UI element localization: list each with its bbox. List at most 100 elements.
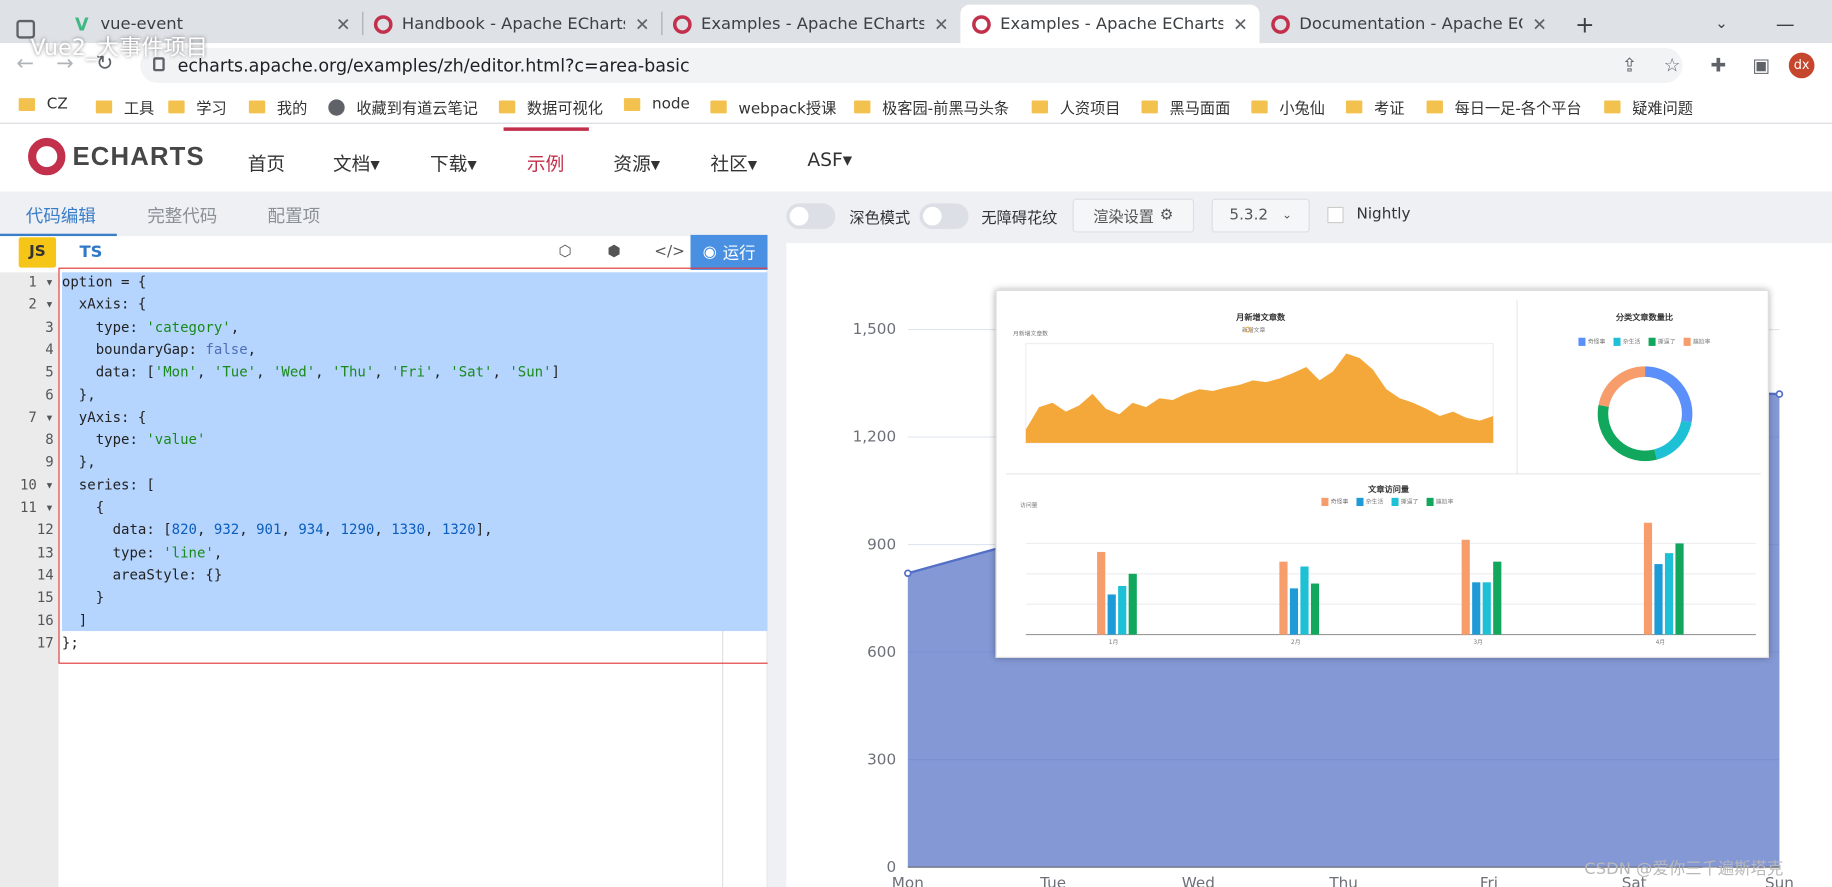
close-icon[interactable]: ✕: [635, 13, 650, 34]
active-tab-underline: [0, 233, 117, 237]
bookmark-item[interactable]: webpack授课: [710, 96, 836, 118]
new-tab-button[interactable]: +: [1563, 5, 1606, 44]
tab-documentation[interactable]: Documentation - Apache ECha ✕: [1260, 5, 1559, 44]
donut-slice: [1597, 404, 1657, 462]
mini-area-series: [1025, 353, 1494, 443]
mini-bar: [1300, 566, 1309, 635]
bookmark-item[interactable]: 黑马面面: [1141, 96, 1230, 118]
bookmark-item[interactable]: 数据可视化: [498, 96, 603, 118]
mini-bar: [1097, 551, 1106, 635]
share-icon[interactable]: ⇪: [1622, 54, 1638, 76]
mini-bar: [1654, 564, 1663, 635]
close-icon[interactable]: ✕: [1532, 13, 1547, 34]
echarts-icon: [972, 14, 991, 34]
url-input[interactable]: echarts.apache.org/examples/zh/editor.ht…: [140, 47, 1683, 83]
dark-mode-toggle[interactable]: [786, 203, 836, 230]
tab-title: Examples - Apache ECharts: [701, 14, 925, 34]
editor-tabs: [0, 191, 768, 237]
menu-examples[interactable]: 示例: [527, 148, 564, 176]
folder-icon: [623, 98, 641, 112]
bookmark-label: webpack授课: [738, 100, 837, 119]
bookmark-item[interactable]: 工具: [95, 96, 154, 118]
menu-home[interactable]: 首页: [248, 148, 285, 176]
bookmark-label: 疑难问题: [1632, 100, 1693, 119]
bookmark-item[interactable]: 小兔仙: [1251, 96, 1325, 118]
bookmark-item[interactable]: 人资项目: [1031, 96, 1120, 118]
bookmark-item[interactable]: CZ: [18, 95, 68, 114]
bookmark-item[interactable]: 我的: [248, 96, 308, 119]
data-point: [904, 569, 912, 578]
line-number: 4: [45, 341, 54, 358]
line-number: 16: [36, 611, 54, 629]
close-icon[interactable]: ✕: [934, 13, 949, 34]
mini-bar: [1279, 561, 1288, 635]
minimize-icon[interactable]: —: [1764, 5, 1806, 44]
mini-bar: [1118, 585, 1127, 635]
mini-bar: [1482, 582, 1491, 635]
tab-list-chevron-down-icon[interactable]: ⌄: [1703, 5, 1739, 44]
tab-code-edit[interactable]: 代码编辑: [26, 203, 96, 228]
bookmark-label: 我的: [276, 100, 308, 119]
bookmark-label: 极客园-前黑马头条: [882, 100, 1010, 119]
folder-icon: [1141, 100, 1158, 114]
chevron-down-icon: ⌄: [1282, 209, 1292, 223]
line-number: 8: [45, 431, 54, 448]
bookmark-item[interactable]: 疑难问题: [1604, 96, 1693, 118]
tab-options[interactable]: 配置项: [268, 203, 321, 228]
folder-icon: [168, 100, 185, 114]
star-icon[interactable]: ☆: [1664, 54, 1681, 76]
menu-resources[interactable]: 资源▾: [613, 148, 660, 176]
mini-bar: [1289, 588, 1299, 635]
tab-title: Examples - Apache ECharts: [1000, 14, 1224, 34]
donut-slice: [1653, 420, 1692, 460]
tab-full-code[interactable]: 完整代码: [147, 203, 217, 228]
tab-examples-active[interactable]: Examples - Apache ECharts ✕: [960, 4, 1260, 44]
line-number: 5: [45, 363, 54, 381]
bookmark-label: CZ: [46, 95, 68, 114]
avatar[interactable]: dx: [1788, 52, 1815, 79]
run-button[interactable]: ◉ 运行: [690, 234, 768, 270]
ts-toggle[interactable]: TS: [79, 243, 102, 262]
menu-download[interactable]: 下载▾: [430, 148, 477, 176]
bookmark-item[interactable]: 极客园-前黑马头条: [854, 96, 1009, 118]
aria-toggle[interactable]: [919, 203, 969, 230]
bookmark-item[interactable]: 考证: [1345, 96, 1404, 118]
close-icon[interactable]: ✕: [1233, 13, 1248, 34]
version-select[interactable]: 5.3.2 ⌄: [1211, 198, 1310, 233]
bookmark-item[interactable]: 学习: [168, 96, 227, 118]
code-icon[interactable]: </>: [654, 243, 685, 261]
menu-community[interactable]: 社区▾: [710, 148, 757, 176]
echarts-logo[interactable]: ECHARTS: [28, 137, 205, 176]
cube-icon[interactable]: ⬢: [608, 243, 621, 261]
tab-examples[interactable]: Examples - Apache ECharts ✕: [661, 5, 960, 44]
extensions-icon[interactable]: ✚: [1710, 54, 1726, 76]
menu-asf[interactable]: ASF▾: [807, 148, 852, 170]
bookmark-label: 收藏到有道云笔记: [356, 100, 478, 119]
js-toggle[interactable]: JS: [18, 237, 57, 268]
menu-docs[interactable]: 文档▾: [333, 148, 380, 176]
sidebar-icon[interactable]: ▣: [1753, 54, 1771, 76]
run-label: 运行: [722, 244, 756, 263]
bookmark-item[interactable]: node: [623, 95, 690, 114]
codepen-icon[interactable]: ⬡: [558, 243, 571, 261]
echarts-icon: [672, 14, 692, 34]
render-settings-button[interactable]: 渲染设置 ⚙: [1072, 198, 1195, 233]
play-circle-icon: ◉: [702, 243, 717, 262]
nightly-label: Nightly: [1356, 205, 1411, 224]
gear-icon: ⚙: [1159, 206, 1174, 225]
dark-mode-label: 深色模式: [849, 210, 911, 228]
x-tick-label: Thu: [1328, 874, 1358, 887]
folder-icon: [95, 100, 113, 114]
bookmark-item[interactable]: 每日一足-各个平台: [1426, 96, 1582, 118]
tab-handbook[interactable]: Handbook - Apache ECharts ✕: [362, 5, 661, 44]
nightly-checkbox[interactable]: [1327, 206, 1344, 224]
y-tick-label: 300: [867, 750, 896, 768]
mini-bar: [1664, 553, 1674, 635]
url-text: echarts.apache.org/examples/zh/editor.ht…: [177, 54, 690, 76]
bookmark-item[interactable]: 收藏到有道云笔记: [328, 96, 478, 118]
close-icon[interactable]: ✕: [336, 13, 351, 34]
x-tick-label: Tue: [1039, 874, 1066, 887]
mini-bar: [1310, 583, 1320, 635]
bookmark-label: node: [651, 95, 690, 114]
dashboard-preview-popup: 月新增文章数 新增文章 月新增文章数 分类文章数量比 文章访问量 访问量 奇怪事…: [995, 289, 1769, 658]
